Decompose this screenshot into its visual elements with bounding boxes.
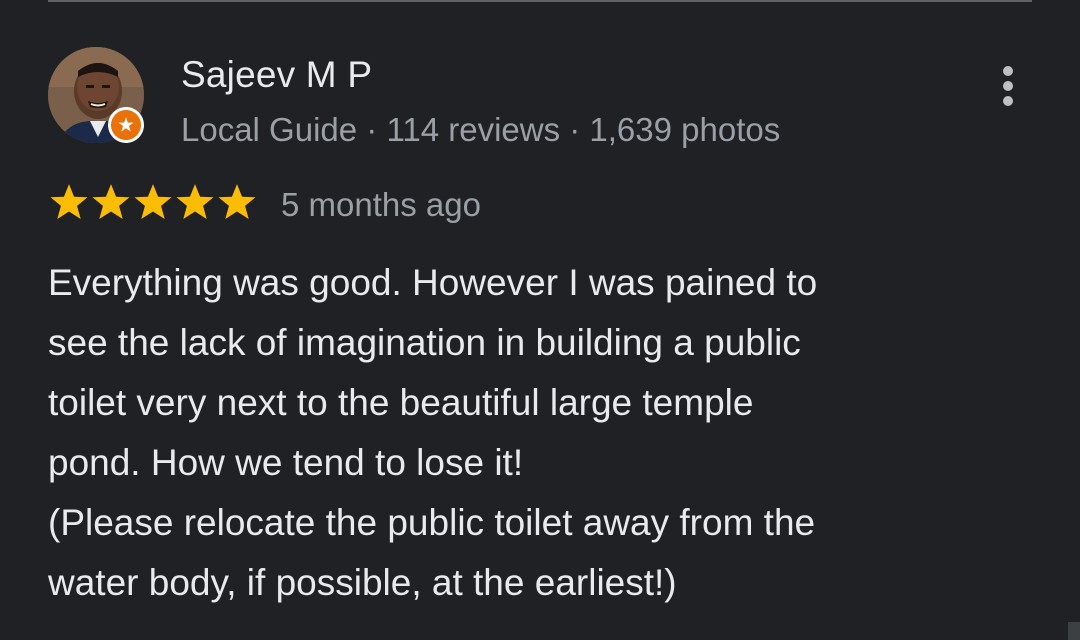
star-icon xyxy=(218,184,256,219)
star-icon xyxy=(92,184,130,219)
more-vert-icon-dot xyxy=(1003,81,1013,91)
reviewer-name[interactable]: Sajeev M P xyxy=(181,54,372,96)
more-options-button[interactable] xyxy=(990,62,1026,110)
star-icon xyxy=(134,184,172,219)
star-icon xyxy=(50,184,88,219)
star-icon xyxy=(176,184,214,219)
more-vert-icon-dot xyxy=(1003,96,1013,106)
review-time: 5 months ago xyxy=(281,186,481,223)
scrollbar[interactable] xyxy=(1068,622,1080,640)
review-text: Everything was good. However I was paine… xyxy=(48,262,818,603)
local-guide-badge xyxy=(108,107,144,143)
reviewer-meta: Local Guide · 114 reviews · 1,639 photos xyxy=(181,111,781,148)
star-rating xyxy=(48,180,258,226)
review-card: Sajeev M P Local Guide · 114 reviews · 1… xyxy=(0,0,1080,640)
local-guide-star-icon xyxy=(118,117,134,132)
more-vert-icon xyxy=(1003,66,1013,76)
reviewer-avatar[interactable] xyxy=(48,47,144,143)
divider xyxy=(48,0,1032,2)
